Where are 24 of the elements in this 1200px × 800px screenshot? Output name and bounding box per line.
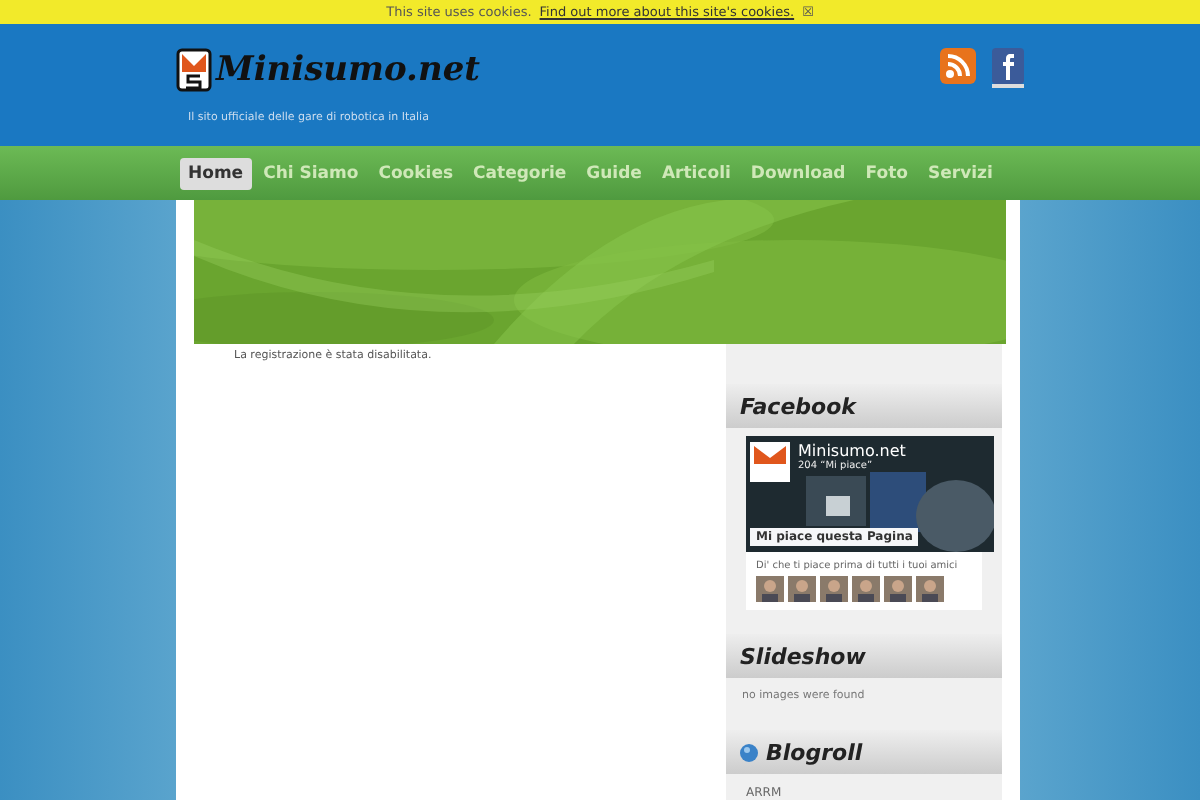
logo-icon <box>176 48 212 92</box>
nav-tab[interactable]: Foto <box>857 157 916 189</box>
nav-tab[interactable]: Cookies <box>370 157 462 189</box>
friend-avatar <box>852 576 880 602</box>
widget-title-text: Blogroll <box>766 739 863 765</box>
rss-icon[interactable] <box>940 48 976 84</box>
site-logo[interactable]: Minisumo.net <box>216 50 480 90</box>
friend-avatar <box>788 576 816 602</box>
nav-tab[interactable]: Articoli <box>653 157 739 189</box>
friend-avatar <box>820 576 848 602</box>
nav-tab[interactable]: Guide <box>578 157 650 189</box>
friend-avatar <box>916 576 944 602</box>
globe-icon <box>740 743 758 761</box>
widget-title-text: Slideshow <box>740 643 866 669</box>
nav-tab[interactable]: Download <box>742 157 854 189</box>
page-name[interactable]: Minisumo.net <box>798 442 978 460</box>
widget-title-text: Facebook <box>740 393 856 419</box>
facebook-icon[interactable] <box>992 48 1024 88</box>
nav-tab[interactable]: Servizi <box>919 157 1001 189</box>
friend-avatar <box>884 576 912 602</box>
friend-avatar <box>756 576 784 602</box>
nav-tab[interactable]: Categorie <box>465 157 575 189</box>
nav-tab[interactable]: Chi Siamo <box>255 157 367 189</box>
nav-tab[interactable]: Home <box>180 157 252 189</box>
